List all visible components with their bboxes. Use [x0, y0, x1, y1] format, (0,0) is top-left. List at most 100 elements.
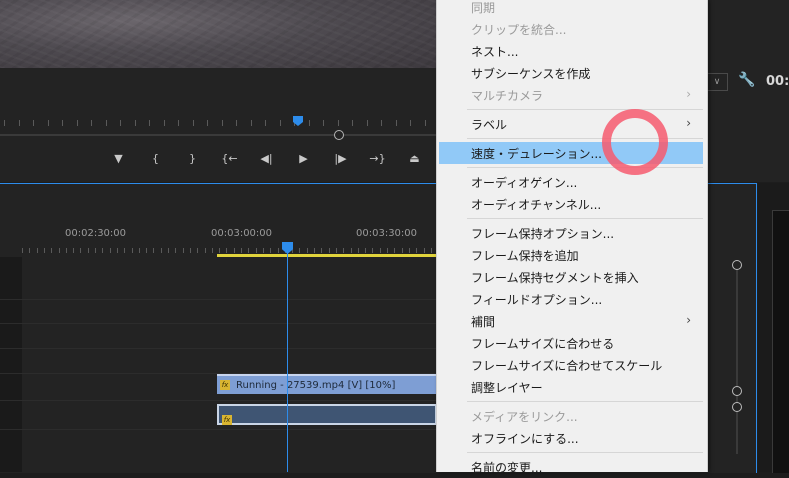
menu-item-label: 名前の変更...: [471, 461, 543, 475]
ruler-tick: [387, 248, 388, 253]
scrollbar-handle-middle[interactable]: [732, 386, 742, 396]
ruler-tick: [197, 248, 199, 253]
scrollbar-track[interactable]: [736, 264, 738, 454]
program-timecode: 00:0: [766, 74, 789, 89]
mark-out-icon[interactable]: }: [174, 149, 211, 169]
ruler-tick: [350, 248, 352, 253]
ruler-tick: [401, 248, 403, 253]
menu-item-label: フレーム保持を追加: [471, 249, 579, 263]
menu-item[interactable]: フレームサイズに合わせてスケール: [439, 354, 703, 376]
scrollbar-handle-bottom[interactable]: [732, 402, 742, 412]
ruler-tick: [189, 248, 191, 253]
menu-item[interactable]: 名前の変更...: [439, 456, 703, 478]
ruler-tick: [226, 248, 228, 253]
menu-separator: [467, 167, 703, 168]
menu-item[interactable]: フレームサイズに合わせる: [439, 332, 703, 354]
menu-separator: [467, 109, 703, 110]
chevron-down-icon[interactable]: ∨: [706, 73, 728, 91]
side-panel-content: [772, 210, 789, 473]
menu-item: マルチカメラ ›: [439, 84, 703, 106]
monitor-zoom-handle[interactable]: [334, 130, 344, 140]
menu-item[interactable]: ネスト...: [439, 40, 703, 62]
go-to-in-icon[interactable]: {←: [211, 149, 248, 169]
monitor-time-ruler[interactable]: [0, 112, 440, 132]
menu-item-label: 速度・デュレーション...: [471, 147, 602, 161]
ruler-tick: [116, 248, 118, 253]
ruler-tick: [277, 248, 279, 253]
menu-item: 同期: [439, 0, 703, 18]
ruler-tick: [153, 248, 155, 253]
ruler-tick: [279, 120, 281, 126]
menu-item: クリップを統合...: [439, 18, 703, 40]
video-clip[interactable]: fx Running - 27539.mp4 [V] [10%]: [217, 374, 437, 394]
step-back-icon[interactable]: ◀|: [248, 149, 285, 169]
menu-item-label: オーディオゲイン...: [471, 176, 578, 190]
ruler-tick: [131, 248, 133, 253]
ruler-tick: [58, 248, 60, 253]
ruler-tick: [430, 248, 432, 253]
lift-icon[interactable]: ⏏: [396, 149, 433, 169]
menu-item[interactable]: オフラインにする...: [439, 427, 703, 449]
ruler-tick: [47, 120, 49, 126]
menu-item-label: フィールドオプション...: [471, 293, 603, 307]
transport-controls: ▼{} {← ◀| ▶ |▶ →} ⏏: [100, 149, 433, 169]
menu-item[interactable]: オーディオチャンネル...: [439, 193, 703, 215]
ruler-tick: [308, 120, 310, 126]
ruler-tick: [62, 120, 63, 126]
ruler-tick: [163, 120, 165, 126]
audio-clip[interactable]: fx: [217, 404, 437, 425]
ruler-tick: [410, 120, 411, 126]
playhead-line[interactable]: [287, 250, 288, 472]
monitor-zoom-scrollbar[interactable]: [0, 134, 440, 136]
add-marker-icon[interactable]: ▼: [100, 149, 137, 169]
ruler-tick: [416, 248, 418, 253]
fx-badge-icon: fx: [222, 415, 232, 425]
ruler-tick: [124, 248, 126, 253]
track-area[interactable]: [0, 257, 437, 472]
menu-item: メディアをリンク...: [439, 405, 703, 427]
chevron-right-icon: ›: [686, 313, 691, 327]
ruler-tick: [236, 120, 237, 126]
ruler-tick: [372, 248, 374, 253]
menu-item[interactable]: フィールドオプション...: [439, 288, 703, 310]
scrollbar-handle-top[interactable]: [732, 260, 742, 270]
fx-badge-icon: fx: [220, 380, 230, 390]
ruler-tick: [250, 120, 252, 126]
menu-item[interactable]: フレーム保持オプション...: [439, 222, 703, 244]
ruler-label: 00:03:00:00: [211, 228, 273, 239]
timeline-time-ruler[interactable]: 00:02:30:00 00:03:00:00 00:03:30:00: [22, 225, 438, 255]
ruler-tick: [73, 248, 75, 253]
menu-item[interactable]: 調整レイヤー: [439, 376, 703, 398]
menu-item[interactable]: フレーム保持を追加: [439, 244, 703, 266]
ruler-tick: [270, 248, 272, 253]
mark-in-icon[interactable]: {: [137, 149, 174, 169]
step-forward-icon[interactable]: |▶: [322, 149, 359, 169]
menu-separator: [467, 218, 703, 219]
menu-item-label: オーディオチャンネル...: [471, 198, 602, 212]
ruler-tick: [18, 120, 20, 126]
menu-item[interactable]: オーディオゲイン...: [439, 171, 703, 193]
go-to-out-icon[interactable]: →}: [359, 149, 396, 169]
ruler-tick: [328, 248, 330, 253]
menu-separator: [467, 452, 703, 453]
ruler-tick: [211, 248, 213, 253]
ruler-tick: [255, 248, 257, 253]
track-divider: [0, 299, 437, 300]
ruler-label: 00:03:30:00: [356, 228, 418, 239]
ruler-tick: [120, 120, 121, 126]
track-divider: [0, 323, 437, 324]
menu-item-label: クリップを統合...: [471, 23, 567, 37]
menu-item[interactable]: フレーム保持セグメントを挿入: [439, 266, 703, 288]
wrench-icon[interactable]: 🔧: [738, 72, 755, 88]
ruler-tick: [408, 248, 410, 253]
ruler-tick: [221, 120, 223, 126]
ruler-tick: [262, 248, 264, 253]
menu-item[interactable]: 補間 ›: [439, 310, 703, 332]
timeline-vertical-scrollbar[interactable]: [732, 258, 742, 458]
ruler-tick: [134, 120, 136, 126]
menu-item[interactable]: サブシーケンスを作成: [439, 62, 703, 84]
ruler-tick: [192, 120, 194, 126]
play-icon[interactable]: ▶: [285, 149, 322, 169]
track-divider: [0, 348, 437, 349]
ruler-tick: [352, 120, 353, 126]
